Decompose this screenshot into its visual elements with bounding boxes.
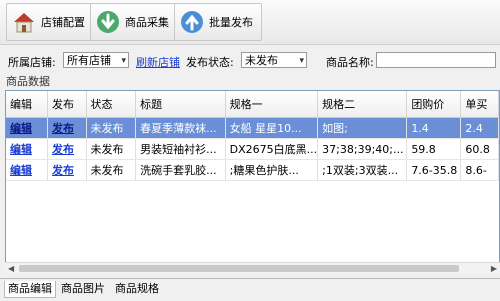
store-config-button[interactable]: 店铺配置 (6, 3, 94, 41)
group-price-cell: 59.8 (406, 138, 462, 160)
publish-link[interactable]: 发布 (47, 117, 87, 139)
chevron-down-icon: ▾ (299, 56, 304, 66)
single-price-cell: 2.4 (460, 117, 499, 139)
edit-link[interactable]: 编辑 (6, 159, 48, 181)
spec2-cell: 37;38;39;40;... (317, 138, 408, 160)
group-price-cell: 7.6-35.8 (406, 159, 462, 181)
horizontal-scrollbar[interactable]: ◀ ▶ (5, 262, 500, 274)
table-row[interactable]: 编辑 发布 未发布 春夏季薄款袜... 女船 星星10... 如图; 1.4 2… (6, 117, 499, 139)
spec2-cell: ;1双装;3双装... (317, 159, 408, 181)
scroll-right-icon[interactable]: ▶ (491, 263, 497, 274)
table-row[interactable]: 编辑 发布 未发布 男装短袖衬衫... DX2675白底黑... 37;38;3… (6, 138, 499, 160)
header-single-price[interactable]: 单买 (460, 91, 499, 118)
status-cell: 未发布 (86, 117, 137, 139)
house-icon (11, 9, 37, 35)
title-cell: 男装短袖衬衫... (135, 138, 226, 160)
table-row[interactable]: 编辑 发布 未发布 洗碗手套乳胶... ;糖果色护肤... ;1双装;3双装..… (6, 159, 499, 181)
title-cell: 春夏季薄款袜... (135, 117, 226, 139)
bottom-tab-bar: 商品编辑 商品图片 商品规格 (0, 278, 500, 301)
tab-product-images[interactable]: 商品图片 (58, 281, 108, 297)
spec2-cell: 如图; (317, 117, 408, 139)
single-price-cell: 8.6- (460, 159, 499, 181)
store-select[interactable]: 所有店铺 ▾ (63, 52, 129, 68)
filter-bar: 所属店铺: 所有店铺 ▾ 刷新店铺 发布状态: 未发布 ▾ 商品名称: (0, 50, 500, 72)
refresh-store-link[interactable]: 刷新店铺 (136, 54, 180, 70)
tab-product-edit[interactable]: 商品编辑 (4, 281, 56, 298)
product-name-label: 商品名称: (326, 56, 374, 69)
batch-publish-label: 批量发布 (209, 16, 253, 29)
group-price-cell: 1.4 (406, 117, 462, 139)
scroll-left-icon[interactable]: ◀ (8, 263, 14, 274)
edit-link[interactable]: 编辑 (6, 138, 48, 160)
status-select[interactable]: 未发布 ▾ (241, 52, 307, 68)
store-config-label: 店铺配置 (41, 16, 85, 29)
panel-title: 商品数据 (6, 75, 50, 88)
spec1-cell: ;糖果色护肤... (225, 159, 319, 181)
spec1-cell: 女船 星星10... (225, 117, 319, 139)
product-collect-button[interactable]: 商品采集 (90, 3, 178, 41)
header-edit[interactable]: 编辑 (6, 91, 48, 118)
edit-link[interactable]: 编辑 (6, 117, 48, 139)
publish-link[interactable]: 发布 (47, 138, 87, 160)
status-label: 发布状态: (186, 56, 234, 69)
header-title[interactable]: 标题 (135, 91, 226, 118)
store-select-value: 所有店铺 (67, 54, 111, 67)
chevron-down-icon: ▾ (121, 56, 126, 66)
header-publish[interactable]: 发布 (47, 91, 87, 118)
publish-link[interactable]: 发布 (47, 159, 87, 181)
header-spec2[interactable]: 规格二 (317, 91, 408, 118)
store-label: 所属店铺: (8, 56, 56, 69)
toolbar: 店铺配置 商品采集 批量发布 (0, 0, 500, 45)
status-select-value: 未发布 (245, 54, 278, 67)
status-cell: 未发布 (86, 159, 137, 181)
title-cell: 洗碗手套乳胶... (135, 159, 226, 181)
spec1-cell: DX2675白底黑... (225, 138, 319, 160)
batch-publish-button[interactable]: 批量发布 (174, 3, 262, 41)
upload-arrow-icon (179, 9, 205, 35)
header-group-price[interactable]: 团购价 (406, 91, 462, 118)
product-table: 编辑 发布 状态 标题 规格一 规格二 团购价 单买 编辑 发布 未发布 春夏季… (6, 91, 499, 181)
scrollbar-thumb[interactable] (19, 265, 459, 272)
status-cell: 未发布 (86, 138, 137, 160)
product-collect-label: 商品采集 (125, 16, 169, 29)
product-grid: 编辑 发布 状态 标题 规格一 规格二 团购价 单买 编辑 发布 未发布 春夏季… (5, 90, 500, 274)
table-header-row: 编辑 发布 状态 标题 规格一 规格二 团购价 单买 (6, 91, 499, 118)
tab-product-specs[interactable]: 商品规格 (112, 281, 162, 297)
download-arrow-icon (95, 9, 121, 35)
header-status[interactable]: 状态 (86, 91, 137, 118)
product-name-input[interactable] (376, 52, 496, 68)
header-spec1[interactable]: 规格一 (225, 91, 319, 118)
single-price-cell: 60.8 (460, 138, 499, 160)
